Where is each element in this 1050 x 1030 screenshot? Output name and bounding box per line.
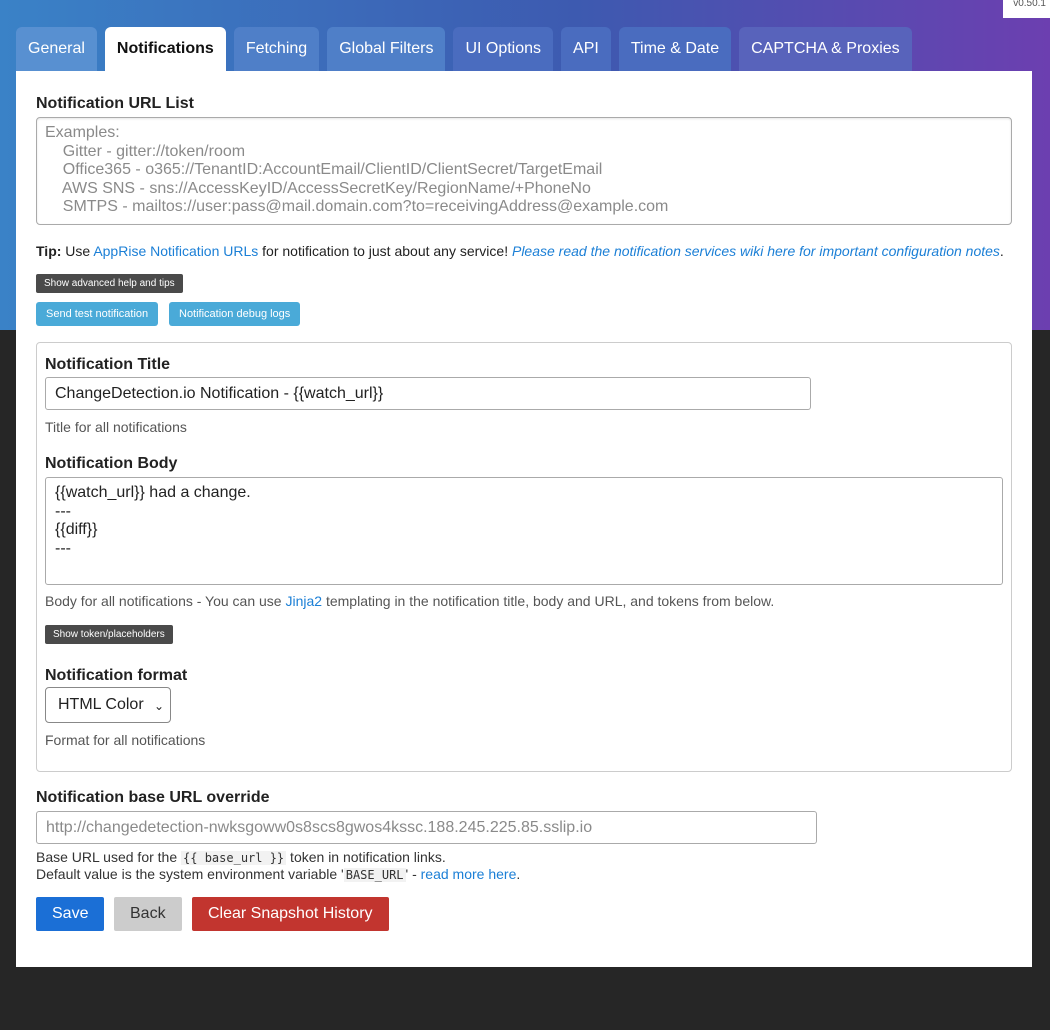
notification-body-input[interactable]: {{watch_url}} had a change. --- {{diff}}… [45,477,1003,585]
notification-format-hint: Format for all notifications [45,732,206,748]
notification-format-select[interactable]: HTML Color ⌄ [45,687,171,723]
version-label: v0.50.1 [1003,0,1050,18]
base-url-hint2-end: . [516,866,521,882]
save-button[interactable]: Save [36,897,105,931]
tab-time-date[interactable]: Time & Date [618,27,732,71]
tip-end: . [999,243,1004,259]
wiki-link[interactable]: Please read the notification services wi… [512,243,1000,259]
notification-debug-logs-button[interactable]: Notification debug logs [169,302,301,326]
settings-tabs: General Notifications Fetching Global Fi… [16,27,920,71]
notifications-panel: Notification URL List Examples: Gitter -… [16,71,1032,967]
base-url-input[interactable]: http://changedetection-nwksgoww0s8scs8gw… [36,811,817,844]
body-hint-suffix: templating in the notification title, bo… [322,593,775,609]
tip-prefix: Tip: [36,243,62,259]
tip-text-2: for notification to just about any servi… [258,243,512,259]
read-more-link[interactable]: read more here [421,866,517,882]
tab-api[interactable]: API [561,27,611,71]
tab-captcha-proxies[interactable]: CAPTCHA & Proxies [739,27,912,71]
body-hint-prefix: Body for all notifications - You can use [45,593,286,609]
notification-title-label: Notification Title [45,356,171,373]
base-url-hint1-suffix: token in notification links. [286,849,446,865]
base-url-hint2-mid: ' - [405,866,421,882]
tip-text-1: Use [61,243,94,259]
base-url-hint2-prefix: Default value is the system environment … [36,866,344,882]
base-url-env-var: BASE_URL [343,868,406,882]
notification-title-hint: Title for all notifications [45,419,187,435]
notification-url-list-label: Notification URL List [36,95,194,112]
tip-text: Tip: Use AppRise Notification URLs for n… [36,243,1004,259]
wiki-link-text: Please read the notification services wi… [511,243,1000,259]
tab-ui-options[interactable]: UI Options [453,27,554,71]
base-url-hint1-prefix: Base URL used for the [36,849,182,865]
notification-url-list-input[interactable]: Examples: Gitter - gitter://token/room O… [36,117,1012,225]
base-url-label: Notification base URL override [36,789,270,806]
show-tokens-button[interactable]: Show token/placeholders [45,625,173,644]
jinja2-link[interactable]: Jinja2 [285,593,322,609]
notification-body-hint: Body for all notifications - You can use… [45,593,774,609]
tab-general[interactable]: General [16,27,97,71]
send-test-notification-button[interactable]: Send test notification [36,302,159,326]
base-url-token: {{ base_url }} [181,851,287,865]
notification-fieldset: Notification Title ChangeDetection.io No… [36,342,1012,772]
apprise-link[interactable]: AppRise Notification URLs [93,243,258,259]
show-advanced-help-button[interactable]: Show advanced help and tips [36,274,183,293]
chevron-down-icon: ⌄ [153,699,164,713]
notification-format-label: Notification format [45,667,188,684]
tab-global-filters[interactable]: Global Filters [327,27,446,71]
notification-format-selected: HTML Color [58,696,144,713]
clear-snapshot-history-button[interactable]: Clear Snapshot History [192,897,389,931]
tab-notifications[interactable]: Notifications [104,27,226,71]
tab-fetching[interactable]: Fetching [233,27,320,71]
notification-body-label: Notification Body [45,455,178,472]
base-url-hint: Base URL used for the {{ base_url }} tok… [36,849,520,883]
back-button[interactable]: Back [114,897,182,931]
notification-title-input[interactable]: ChangeDetection.io Notification - {{watc… [45,377,811,410]
